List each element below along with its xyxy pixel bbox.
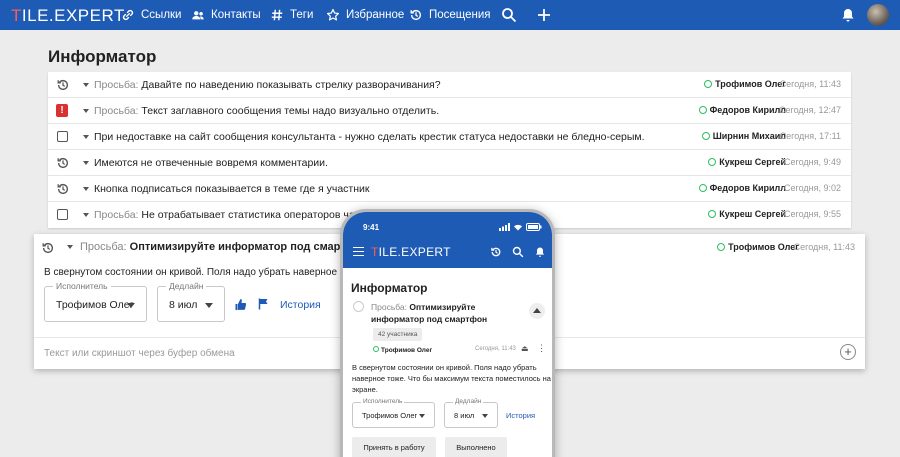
nav-contacts[interactable]: Контакты [191, 0, 261, 30]
flag-icon[interactable] [258, 298, 269, 310]
star-icon [326, 8, 340, 21]
collapse-button[interactable] [529, 303, 545, 319]
phone-logo[interactable]: TILE.EXPERT [371, 245, 451, 259]
phone-item-time: Сегодня, 11:43 [475, 346, 516, 352]
clock-icon[interactable] [41, 241, 55, 255]
item-text: Просьба: Не отрабатывает статистика опер… [94, 209, 365, 221]
item-text: Просьба: Текст заглавного сообщения темы… [94, 105, 440, 117]
item-time: Сегодня, 17:11 [779, 131, 841, 141]
list-item[interactable]: Имеются не отвеченные вовремя комментари… [48, 150, 851, 176]
avatar[interactable] [867, 4, 889, 26]
chevron-down-icon[interactable] [67, 245, 73, 249]
add-attachment-button[interactable]: + [840, 344, 856, 360]
phone-top-bar: TILE.EXPERT [343, 240, 552, 268]
item-text: Имеются не отвеченные вовремя комментари… [94, 157, 328, 169]
nav-visits[interactable]: Посещения [409, 0, 491, 30]
item-time: Сегодня, 9:02 [783, 183, 841, 193]
phone-item-title: Просьба: Оптимизируйте информатор под см… [371, 302, 488, 324]
item-author[interactable]: Трофимов Олег [704, 79, 786, 89]
informer-list: Просьба: Давайте по наведению показывать… [48, 72, 851, 228]
item-time: Сегодня, 9:55 [783, 209, 841, 219]
item-author[interactable]: Ширнин Михаил [702, 131, 786, 141]
link-icon [122, 9, 134, 21]
chevron-down-icon[interactable] [83, 109, 89, 113]
phone-item-body: В свернутом состоянии он кривой. Поля на… [352, 363, 551, 394]
item-author[interactable]: Кукреш Сергей [708, 157, 786, 167]
search-icon[interactable] [512, 246, 524, 258]
item-text: При недоставке на сайт сообщения консуль… [94, 131, 645, 143]
item-author[interactable]: Федоров Кирилл [699, 105, 786, 115]
accept-button[interactable]: Принять в работу [352, 437, 436, 457]
plus-icon[interactable] [536, 7, 552, 23]
nav-favorites[interactable]: Избранное [326, 0, 404, 30]
done-button[interactable]: Выполнено [445, 437, 507, 457]
clock-icon[interactable] [56, 182, 70, 196]
comment-input[interactable]: Текст или скриншот через буфер обмена [44, 348, 235, 359]
nav-links[interactable]: Ссылки [121, 0, 182, 30]
dropdown-arrow-icon [482, 414, 488, 418]
card-time: Сегодня, 11:43 [793, 242, 855, 252]
thumb-up-icon[interactable] [235, 298, 247, 311]
nav-tags[interactable]: Теги [270, 0, 313, 30]
chevron-down-icon[interactable] [83, 187, 89, 191]
phone-history-link[interactable]: История [506, 411, 535, 420]
phone-page-title: Информатор [351, 281, 428, 295]
page-title: Информатор [48, 47, 157, 66]
logo[interactable]: TILE.EXPERT [11, 6, 125, 26]
card-author[interactable]: Трофимов Олег [717, 242, 799, 252]
clock-icon[interactable] [56, 78, 70, 92]
hash-icon [271, 9, 283, 21]
item-author[interactable]: Федоров Кирилл [699, 183, 786, 193]
chevron-down-icon[interactable] [83, 135, 89, 139]
clock-icon[interactable] [56, 156, 70, 170]
contacts-icon [192, 11, 204, 20]
item-author[interactable]: Кукреш Сергей [708, 209, 786, 219]
item-text: Просьба: Давайте по наведению показывать… [94, 79, 441, 91]
list-item[interactable]: Кнопка подписаться показывается в теме г… [48, 176, 851, 202]
phone-item-author[interactable]: Трофимов Олег [373, 346, 432, 354]
list-item[interactable]: ! Просьба: Текст заглавного сообщения те… [48, 98, 851, 124]
phone-assignee-select[interactable]: Исполнитель Трофимов Олег [352, 398, 435, 428]
search-icon[interactable] [501, 7, 517, 23]
phone-deadline-select[interactable]: Дедлайн 8 июл [444, 398, 498, 428]
card-title: Просьба: Оптимизируйте информатор под см… [80, 241, 369, 253]
dropdown-arrow-icon [205, 303, 213, 308]
alert-icon[interactable]: ! [56, 104, 68, 117]
signal-icons [499, 223, 542, 231]
item-time: Сегодня, 12:47 [778, 105, 841, 115]
dropdown-arrow-icon [419, 414, 425, 418]
battery-icon [526, 223, 542, 231]
item-time: Сегодня, 11:43 [779, 79, 841, 89]
bell-icon[interactable] [534, 246, 546, 258]
history-link[interactable]: История [280, 299, 321, 311]
chevron-down-icon[interactable] [83, 83, 89, 87]
chevron-down-icon[interactable] [83, 213, 89, 217]
phone-mockup: 9:41 TILE.EXPERT Информатор Просьба: Опт… [340, 209, 555, 457]
chevron-down-icon[interactable] [83, 161, 89, 165]
eject-icon[interactable]: ⏏ [521, 344, 529, 353]
more-vert-icon[interactable]: ⋮ [537, 343, 546, 354]
deadline-select[interactable]: Дедлайн 8 июл [157, 281, 225, 322]
history-icon[interactable] [490, 246, 502, 258]
assignee-select[interactable]: Исполнитель Трофимов Олег [44, 281, 147, 322]
checkbox[interactable] [57, 209, 68, 220]
participants-badge[interactable]: 42 участника [373, 328, 423, 341]
item-text: Кнопка подписаться показывается в теме г… [94, 183, 370, 195]
status-circle-icon[interactable] [353, 301, 364, 312]
item-time: Сегодня, 9:49 [783, 157, 841, 167]
checkbox[interactable] [57, 131, 68, 142]
signal-icon [499, 223, 510, 231]
bell-icon[interactable] [840, 7, 856, 23]
dropdown-arrow-icon [127, 303, 135, 308]
menu-icon[interactable] [353, 247, 364, 256]
list-item[interactable]: При недоставке на сайт сообщения консуль… [48, 124, 851, 150]
top-bar: TILE.EXPERT Ссылки Контакты Теги Избранн… [0, 0, 900, 30]
list-item[interactable]: Просьба: Давайте по наведению показывать… [48, 72, 851, 98]
card-body: В свернутом состоянии он кривой. Поля на… [44, 267, 379, 278]
phone-status-bar: 9:41 [343, 212, 552, 240]
history-icon [410, 9, 422, 21]
wifi-icon [514, 224, 522, 231]
